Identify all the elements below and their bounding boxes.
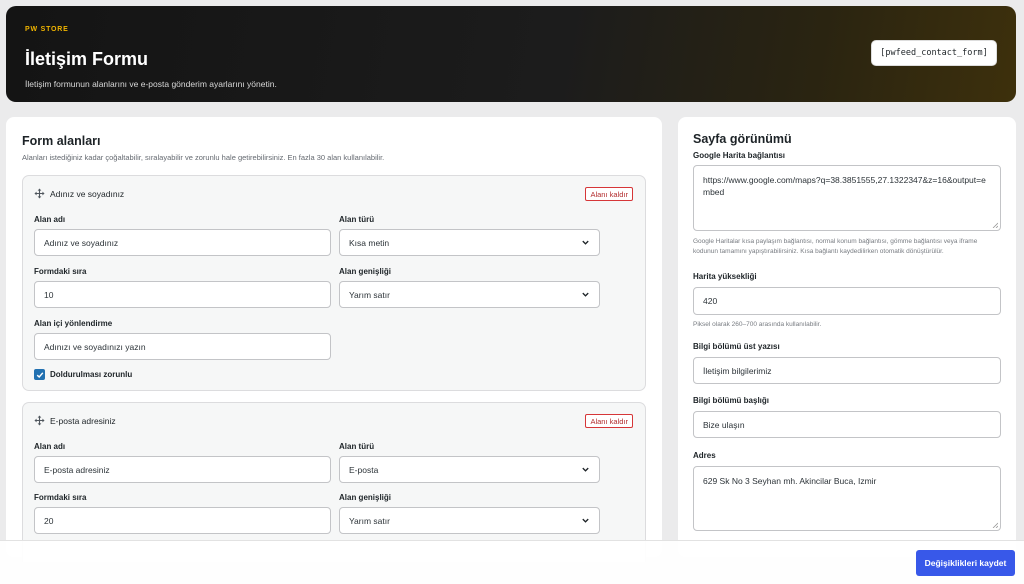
field-name-input[interactable]: Adınız ve soyadınız [34, 229, 331, 256]
field-block: E-posta adresiniz Alanı kaldır Alan adı … [22, 402, 646, 562]
page-subtitle: İletişim formunun alanlarını ve e-posta … [25, 79, 277, 89]
field-type-label: Alan türü [339, 215, 375, 224]
field-name-value: E-posta adresiniz [44, 464, 110, 475]
move-icon[interactable] [34, 188, 45, 199]
info-heading-label: Bilgi bölümü başlığı [693, 396, 769, 405]
address-textarea[interactable]: 629 Sk No 3 Seyhan mh. Akincilar Buca, I… [693, 466, 1001, 531]
field-placeholder-label: Alan içi yönlendirme [34, 319, 113, 328]
page-view-card: Sayfa görünümü Google Harita bağlantısı … [678, 117, 1016, 557]
field-type-select[interactable]: E-posta [339, 456, 600, 483]
field-block-title: Adınız ve soyadınız [50, 188, 125, 199]
checkbox-checked-icon[interactable] [34, 369, 45, 380]
sticky-footer [0, 540, 1024, 584]
field-type-value: E-posta [349, 464, 379, 475]
field-width-label: Alan genişliği [339, 267, 392, 276]
info-top-label: Bilgi bölümü üst yazısı [693, 342, 780, 351]
map-height-help: Piksel olarak 260–700 arasında kullanıla… [693, 321, 822, 328]
page-header: PW STORE İletişim Formu İletişim formunu… [6, 6, 1016, 102]
address-label: Adres [693, 451, 716, 460]
field-type-select[interactable]: Kısa metin [339, 229, 600, 256]
field-order-label: Formdaki sıra [34, 267, 87, 276]
field-width-select[interactable]: Yarım satır [339, 507, 600, 534]
field-order-value: 10 [44, 289, 54, 300]
field-type-value: Kısa metin [349, 237, 390, 248]
field-placeholder-value: Adınızı ve soyadınızı yazın [44, 341, 146, 352]
field-type-label: Alan türü [339, 442, 375, 451]
form-fields-title: Form alanları [22, 134, 101, 148]
chevron-down-icon [582, 467, 589, 472]
remove-field-button[interactable]: Alanı kaldır [585, 187, 633, 201]
map-link-label: Google Harita bağlantısı [693, 151, 786, 160]
field-block-title: E-posta adresiniz [50, 415, 116, 426]
field-order-input[interactable]: 20 [34, 507, 331, 534]
field-block: Adınız ve soyadınız Alanı kaldır Alan ad… [22, 175, 646, 391]
required-checkbox[interactable]: Doldurulması zorunlu [34, 369, 132, 380]
field-name-label: Alan adı [34, 215, 66, 224]
brand-label: PW STORE [25, 26, 69, 33]
field-width-value: Yarım satır [349, 515, 390, 526]
field-block-header: Adınız ve soyadınız [34, 188, 124, 199]
field-width-label: Alan genişliği [339, 493, 392, 502]
map-height-input[interactable]: 420 [693, 287, 1001, 315]
field-width-select[interactable]: Yarım satır [339, 281, 600, 308]
page-title: İletişim Formu [25, 49, 149, 69]
map-link-value: https://www.google.com/maps?q=38.3851555… [703, 175, 986, 197]
map-height-value: 420 [703, 296, 718, 306]
save-changes-button[interactable]: Değişiklikleri kaydet [916, 550, 1015, 576]
info-heading-value: Bize ulaşın [703, 419, 745, 430]
chevron-down-icon [582, 518, 589, 523]
field-block-header: E-posta adresiniz [34, 415, 116, 426]
chevron-down-icon [582, 240, 589, 245]
address-value: 629 Sk No 3 Seyhan mh. Akincilar Buca, I… [703, 476, 877, 486]
field-order-label: Formdaki sıra [34, 493, 87, 502]
form-fields-card: Form alanları Alanları istediğiniz kadar… [6, 117, 662, 562]
field-order-input[interactable]: 10 [34, 281, 331, 308]
resize-handle-icon[interactable] [992, 522, 998, 528]
info-heading-input[interactable]: Bize ulaşın [693, 411, 1001, 438]
field-order-value: 20 [44, 515, 54, 526]
map-link-help: Google Haritalar kısa paylaşım bağlantıs… [693, 238, 978, 255]
field-name-value: Adınız ve soyadınız [44, 237, 119, 248]
chevron-down-icon [582, 292, 589, 297]
field-placeholder-input[interactable]: Adınızı ve soyadınızı yazın [34, 333, 331, 360]
map-height-label: Harita yüksekliği [693, 272, 757, 281]
field-name-input[interactable]: E-posta adresiniz [34, 456, 331, 483]
required-checkbox-label: Doldurulması zorunlu [50, 370, 133, 379]
info-top-input[interactable]: İletişim bilgilerimiz [693, 357, 1001, 384]
form-fields-description: Alanları istediğiniz kadar çoğaltabilir,… [22, 153, 385, 162]
resize-handle-icon[interactable] [992, 222, 998, 228]
field-name-label: Alan adı [34, 442, 66, 451]
page-view-title: Sayfa görünümü [693, 132, 792, 146]
field-width-value: Yarım satır [349, 289, 390, 300]
info-top-value: İletişim bilgilerimiz [703, 365, 772, 376]
shortcode-badge[interactable]: [pwfeed_contact_form] [871, 40, 997, 66]
map-link-textarea[interactable]: https://www.google.com/maps?q=38.3851555… [693, 165, 1001, 231]
move-icon[interactable] [34, 415, 45, 426]
remove-field-button[interactable]: Alanı kaldır [585, 414, 633, 428]
